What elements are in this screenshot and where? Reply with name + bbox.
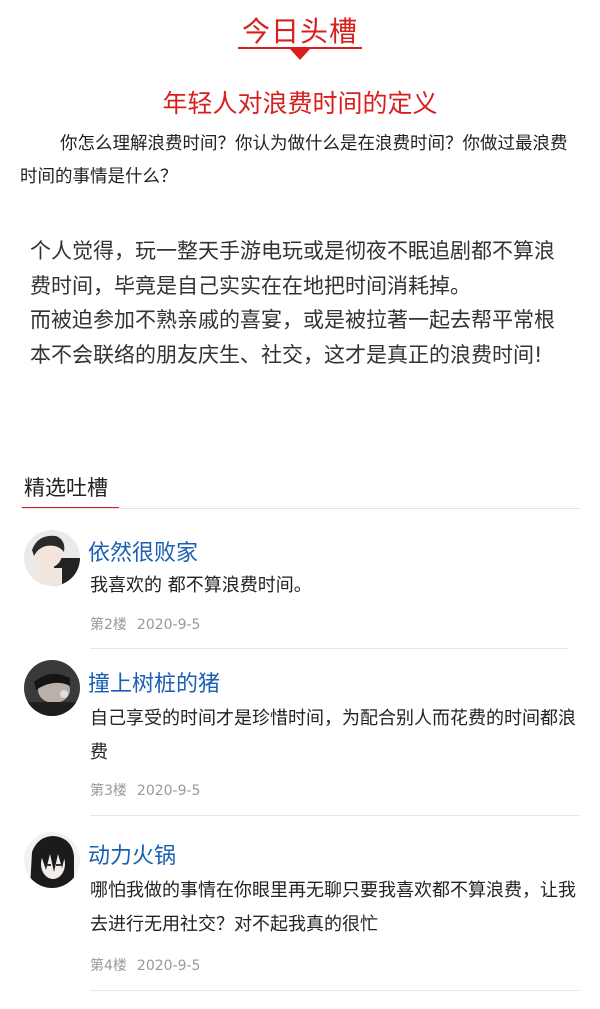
comment-floor: 第3楼 (90, 783, 127, 799)
user-avatar[interactable] (24, 530, 80, 586)
comment-floor: 第4楼 (90, 958, 127, 974)
comment-divider (90, 815, 580, 816)
header-arrow-icon (290, 49, 310, 60)
comment-username[interactable]: 撞上树桩的猪 (88, 666, 220, 698)
section-divider (22, 508, 580, 509)
user-avatar[interactable] (24, 832, 80, 888)
header-title: 今日头槽 (241, 15, 358, 48)
topic-question: 你怎么理解浪费时间？你认为做什么是在浪费时间？你做过最浪费时间的事情是什么？ (20, 134, 568, 187)
comment-divider (90, 648, 568, 649)
comment-username[interactable]: 动力火锅 (88, 838, 176, 870)
comment-meta: 第4楼 2020-9-5 (90, 955, 200, 975)
comment-meta: 第2楼 2020-9-5 (90, 614, 200, 634)
comment-date: 2020-9-5 (136, 783, 201, 799)
comment-floor: 第2楼 (90, 617, 127, 633)
section-title: 精选吐槽 (24, 476, 108, 500)
comment-date: 2020-9-5 (136, 617, 201, 633)
editor-opinion: 个人觉得，玩一整天手游电玩或是彻夜不眠追剧都不算浪费时间，毕竟是自己实实在在地把… (30, 234, 575, 372)
comment-username[interactable]: 依然很败家 (88, 535, 198, 567)
comment-meta: 第3楼 2020-9-5 (90, 780, 200, 800)
comment-text: 哪怕我做的事情在你眼里再无聊只要我喜欢都不算浪费，让我去进行无用社交？对不起我真… (90, 880, 576, 935)
comment-date: 2020-9-5 (136, 958, 201, 974)
comment-divider (90, 990, 580, 991)
opinion-paragraph: 个人觉得，玩一整天手游电玩或是彻夜不眠追剧都不算浪费时间，毕竟是自己实实在在地把… (30, 239, 555, 298)
page-header: 今日头槽 (0, 0, 600, 70)
comment-text: 自己享受的时间才是珍惜时间，为配合别人而花费的时间都浪费 (90, 708, 576, 763)
topic-title: 年轻人对浪费时间的定义 (162, 89, 438, 118)
user-avatar[interactable] (24, 660, 80, 716)
opinion-paragraph: 而被迫参加不熟亲戚的喜宴，或是被拉著一起去帮平常根本不会联络的朋友庆生、社交，这… (30, 308, 555, 367)
comment-text: 我喜欢的 都不算浪费时间。 (90, 575, 312, 596)
